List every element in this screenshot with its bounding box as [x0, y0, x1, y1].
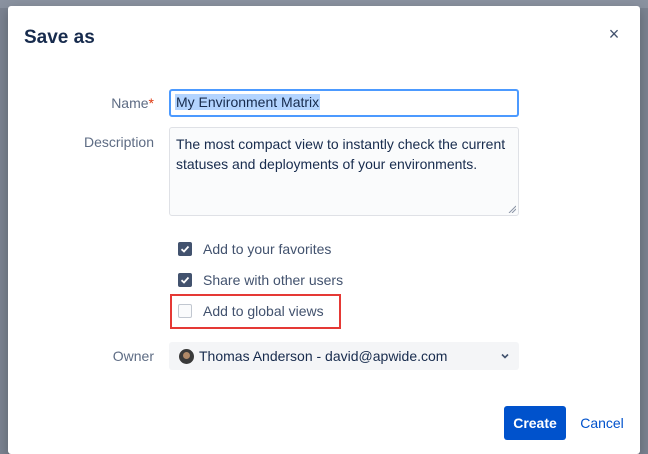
favorites-checkbox[interactable] [178, 242, 192, 256]
background-app-left [0, 8, 8, 454]
cancel-button[interactable]: Cancel [574, 406, 630, 440]
create-button[interactable]: Create [504, 406, 566, 440]
check-icon [180, 276, 190, 284]
description-value: The most compact view to instantly check… [176, 136, 506, 172]
global-views-checkbox[interactable] [178, 304, 192, 318]
global-views-checkbox-label: Add to global views [203, 303, 324, 319]
owner-value: Thomas Anderson - david@apwide.com [199, 348, 448, 364]
avatar [179, 348, 194, 364]
share-checkbox[interactable] [178, 273, 192, 287]
favorites-checkbox-label: Add to your favorites [203, 241, 332, 257]
description-label: Description [83, 134, 154, 150]
check-icon [180, 245, 190, 253]
dialog-title: Save as [24, 27, 95, 48]
resize-grip-icon[interactable] [508, 205, 516, 213]
name-label: Name* [14, 95, 154, 111]
required-marker: * [148, 95, 154, 111]
name-label-text: Name [111, 95, 149, 111]
owner-label: Owner [112, 348, 154, 364]
favorites-checkbox-row[interactable]: Add to your favorites [178, 240, 331, 258]
share-checkbox-row[interactable]: Share with other users [178, 271, 343, 289]
close-icon[interactable]: × [606, 25, 622, 43]
share-checkbox-label: Share with other users [203, 272, 344, 288]
name-input[interactable]: My Environment Matrix [169, 89, 519, 117]
save-as-dialog: Save as × Name* My Environment Matrix De… [8, 6, 640, 454]
global-views-checkbox-row[interactable]: Add to global views [178, 302, 324, 320]
chevron-down-icon [501, 353, 509, 359]
background-app-right [640, 8, 648, 454]
name-input-value: My Environment Matrix [175, 94, 321, 110]
owner-select[interactable]: Thomas Anderson - david@apwide.com [169, 342, 519, 370]
description-textarea[interactable]: The most compact view to instantly check… [169, 127, 519, 216]
